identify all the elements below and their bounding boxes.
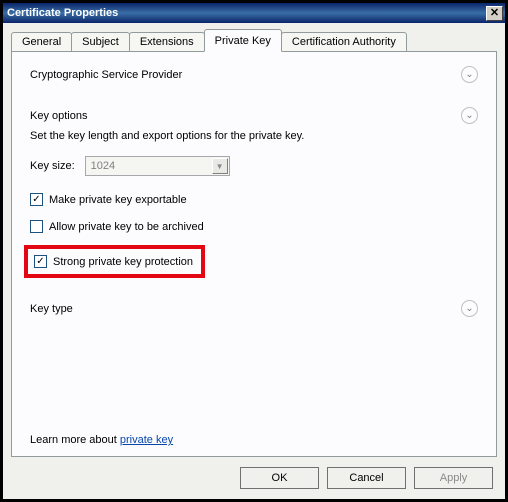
client-area: General Subject Extensions Private Key C…	[3, 23, 505, 499]
keysize-value: 1024	[91, 160, 115, 172]
keysize-label: Key size:	[30, 160, 75, 172]
exportable-row: ✓ Make private key exportable	[30, 193, 478, 206]
learn-more: Learn more about private key	[30, 434, 478, 446]
flex-spacer	[30, 323, 478, 434]
chevron-down-icon: ⌄	[465, 111, 473, 121]
section-keytype: Key type ⌄	[30, 300, 478, 317]
chevron-down-icon: ⌄	[465, 304, 473, 314]
button-bar: OK Cancel Apply	[11, 457, 497, 491]
exportable-label: Make private key exportable	[49, 194, 187, 206]
tab-label: Private Key	[215, 35, 271, 47]
dropdown-button[interactable]: ▼	[212, 158, 228, 174]
tab-certification-authority[interactable]: Certification Authority	[281, 32, 407, 52]
section-title-keytype: Key type	[30, 303, 73, 315]
tab-label: Extensions	[140, 36, 194, 48]
section-keyopts: Key options ⌄	[30, 107, 478, 124]
keysize-dropdown[interactable]: 1024 ▼	[85, 156, 230, 176]
close-icon: ✕	[490, 8, 499, 19]
expand-csp-button[interactable]: ⌄	[461, 66, 478, 83]
strong-protection-highlight: ✓ Strong private key protection	[24, 245, 205, 278]
cancel-label: Cancel	[349, 472, 383, 484]
tabs: General Subject Extensions Private Key C…	[11, 29, 497, 52]
tabpanel-private-key: Cryptographic Service Provider ⌄ Key opt…	[11, 51, 497, 457]
expand-keyopts-button[interactable]: ⌄	[461, 107, 478, 124]
tab-general[interactable]: General	[11, 32, 72, 52]
cancel-button[interactable]: Cancel	[327, 467, 406, 489]
tab-label: Certification Authority	[292, 36, 396, 48]
apply-button[interactable]: Apply	[414, 467, 493, 489]
apply-label: Apply	[440, 472, 468, 484]
spacer	[30, 89, 478, 107]
learn-prefix: Learn more about	[30, 434, 120, 446]
chevron-down-icon: ▼	[216, 162, 224, 171]
tab-label: General	[22, 36, 61, 48]
strong-label: Strong private key protection	[53, 256, 193, 268]
window-title: Certificate Properties	[7, 7, 118, 19]
ok-button[interactable]: OK	[240, 467, 319, 489]
tab-label: Subject	[82, 36, 119, 48]
tab-private-key[interactable]: Private Key	[204, 29, 282, 52]
section-title-keyopts: Key options	[30, 110, 87, 122]
strong-row: ✓ Strong private key protection	[34, 255, 193, 268]
chevron-down-icon: ⌄	[465, 70, 473, 80]
section-csp: Cryptographic Service Provider ⌄	[30, 66, 478, 83]
spacer	[30, 282, 478, 300]
strong-checkbox[interactable]: ✓	[34, 255, 47, 268]
learn-more-link[interactable]: private key	[120, 434, 173, 446]
ok-label: OK	[272, 472, 288, 484]
archive-checkbox[interactable]	[30, 220, 43, 233]
tab-subject[interactable]: Subject	[71, 32, 130, 52]
section-title-csp: Cryptographic Service Provider	[30, 69, 182, 81]
tab-extensions[interactable]: Extensions	[129, 32, 205, 52]
archive-row: Allow private key to be archived	[30, 220, 478, 233]
expand-keytype-button[interactable]: ⌄	[461, 300, 478, 317]
archive-label: Allow private key to be archived	[49, 221, 204, 233]
keyopts-hint: Set the key length and export options fo…	[30, 130, 478, 142]
keysize-row: Key size: 1024 ▼	[30, 156, 478, 176]
titlebar: Certificate Properties ✕	[3, 3, 505, 23]
exportable-checkbox[interactable]: ✓	[30, 193, 43, 206]
close-button[interactable]: ✕	[486, 6, 503, 21]
